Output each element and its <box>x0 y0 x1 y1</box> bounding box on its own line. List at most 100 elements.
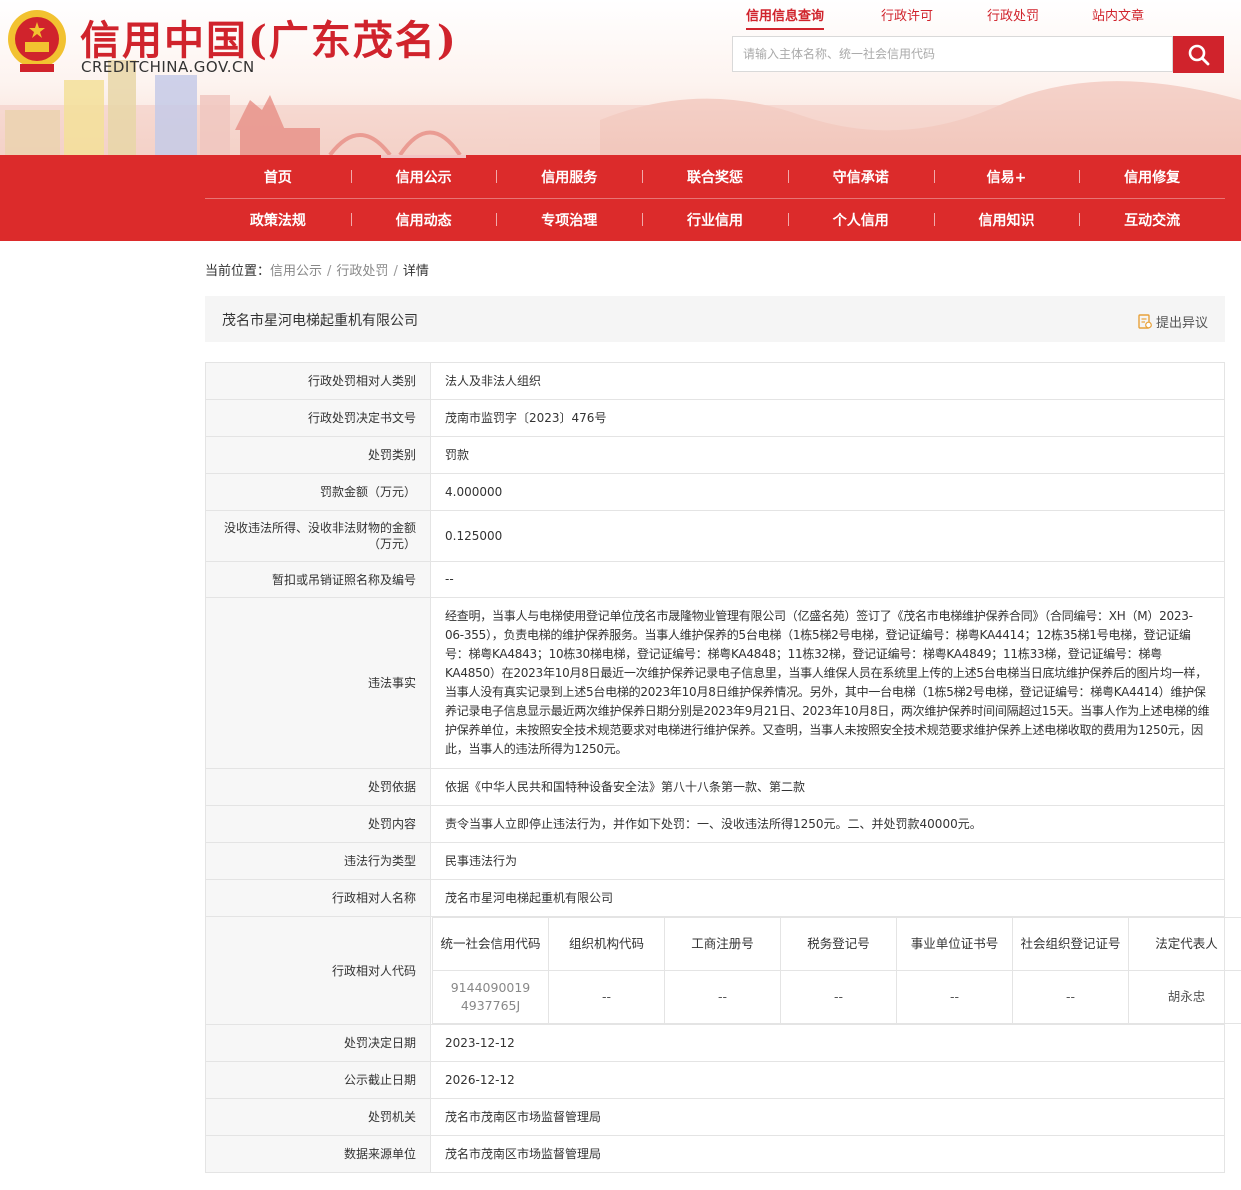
table-row: 行政相对人名称 茂名市星河电梯起重机有限公司 <box>205 879 1225 917</box>
table-row: 处罚内容 责令当事人立即停止违法行为，并作如下处罚：一、没收违法所得1250元。二… <box>205 805 1225 843</box>
site-header: 信用中国(广东茂名) CREDITCHINA.GOV.CN 信用信息查询 行政许… <box>0 0 1241 155</box>
legal-representative: 胡永忠 <box>1128 970 1241 1024</box>
code-header: 法定代表人 <box>1128 917 1241 971</box>
field-value: 罚款 <box>430 436 1225 474</box>
table-row: 暂扣或吊销证照名称及编号 -- <box>205 561 1225 598</box>
nav-item-joint-reward-punish[interactable]: 联合奖惩 <box>642 155 788 198</box>
field-value: 4.000000 <box>430 473 1225 511</box>
breadcrumb-admin-penalty[interactable]: 行政处罚 <box>336 264 388 279</box>
breadcrumb-prefix: 当前位置： <box>205 264 271 279</box>
nav-item-credit-knowledge[interactable]: 信用知识 <box>933 198 1080 241</box>
code-header: 工商注册号 <box>664 917 781 971</box>
search-icon <box>1188 44 1209 65</box>
field-value: 0.125000 <box>430 510 1225 562</box>
nav-item-policy[interactable]: 政策法规 <box>205 198 351 241</box>
penalty-detail-table: 行政处罚相对人类别 法人及非法人组织 行政处罚决定书文号 茂南市监罚字〔2023〕4… <box>205 362 1241 1173</box>
field-label: 数据来源单位 <box>205 1135 431 1173</box>
code-header: 社会组织登记证号 <box>1012 917 1129 971</box>
nav-item-home[interactable]: 首页 <box>205 155 351 198</box>
table-row: 数据来源单位 茂名市茂南区市场监督管理局 <box>205 1135 1225 1173</box>
table-row: 处罚依据 依据《中华人民共和国特种设备安全法》第八十八条第一款、第二款 <box>205 768 1225 806</box>
toplink-site-articles[interactable]: 站内文章 <box>1092 5 1144 24</box>
entity-codes-table: 统一社会信用代码 组织机构代码 工商注册号 税务登记号 事业单位证书号 社会组织… <box>432 917 1241 1024</box>
table-row: 处罚决定日期 2023-12-12 <box>205 1024 1225 1062</box>
table-row: 处罚类别 罚款 <box>205 436 1225 474</box>
nav-item-credit-repair[interactable]: 信用修复 <box>1079 155 1225 198</box>
breadcrumb-credit-publicity[interactable]: 信用公示 <box>270 264 322 279</box>
field-label: 公示截止日期 <box>205 1061 431 1099</box>
table-row: 违法行为类型 民事违法行为 <box>205 842 1225 880</box>
code-value: -- <box>548 970 665 1024</box>
code-header: 组织机构代码 <box>548 917 665 971</box>
raise-objection-label: 提出异议 <box>1155 316 1208 331</box>
nav-item-special-governance[interactable]: 专项治理 <box>496 198 642 241</box>
table-row: 处罚机关 茂名市茂南区市场监督管理局 <box>205 1098 1225 1136</box>
field-value: -- <box>430 561 1225 598</box>
field-label: 违法行为类型 <box>205 842 431 880</box>
nav-item-credit-publicity[interactable]: 信用公示 <box>350 155 497 198</box>
company-name-title: 茂名市星河电梯起重机有限公司 <box>222 313 418 329</box>
field-label: 行政相对人代码 <box>205 916 431 1025</box>
search-input[interactable] <box>733 37 1173 71</box>
search-box <box>732 36 1173 72</box>
code-header: 税务登记号 <box>780 917 897 971</box>
field-label: 处罚机关 <box>205 1098 431 1136</box>
table-row: 行政处罚决定书文号 茂南市监罚字〔2023〕476号 <box>205 399 1225 437</box>
code-value: -- <box>896 970 1013 1024</box>
code-value: -- <box>780 970 897 1024</box>
table-row: 罚款金额（万元） 4.000000 <box>205 473 1225 511</box>
field-value: 2023-12-12 <box>430 1024 1225 1062</box>
field-value: 依据《中华人民共和国特种设备安全法》第八十八条第一款、第二款 <box>430 768 1225 806</box>
code-value: -- <box>1012 970 1129 1024</box>
nav-item-credit-service[interactable]: 信用服务 <box>496 155 642 198</box>
field-value: 茂名市茂南区市场监督管理局 <box>430 1098 1225 1136</box>
breadcrumb: 当前位置：信用公示 / 行政处罚 / 详情 <box>205 264 429 279</box>
field-value: 法人及非法人组织 <box>430 362 1225 400</box>
field-label: 行政处罚相对人类别 <box>205 362 431 400</box>
nav-item-personal-credit[interactable]: 个人信用 <box>787 198 934 241</box>
field-label: 处罚依据 <box>205 768 431 806</box>
field-value: 民事违法行为 <box>430 842 1225 880</box>
site-logo-domain: CREDITCHINA.GOV.CN <box>81 58 255 76</box>
code-subtable-cell: 统一社会信用代码 组织机构代码 工商注册号 税务登记号 事业单位证书号 社会组织… <box>430 916 1241 1025</box>
field-value: 经查明，当事人与电梯使用登记单位茂名市晟隆物业管理有限公司（亿盛名苑）签订了《茂… <box>430 597 1225 769</box>
field-value: 责令当事人立即停止违法行为，并作如下处罚：一、没收违法所得1250元。二、并处罚… <box>430 805 1225 843</box>
main-nav: 首页 信用公示 信用服务 联合奖惩 守信承诺 信易+ 信用修复 政策法规 信用动… <box>0 155 1241 241</box>
national-emblem-icon <box>8 10 66 72</box>
objection-icon <box>1138 314 1152 329</box>
toplink-admin-license[interactable]: 行政许可 <box>881 5 933 24</box>
nav-item-xinyi-plus[interactable]: 信易+ <box>933 155 1080 198</box>
toplink-admin-penalty[interactable]: 行政处罚 <box>987 5 1039 24</box>
field-label: 暂扣或吊销证照名称及编号 <box>205 561 431 598</box>
company-title-bar: 茂名市星河电梯起重机有限公司 提出异议 <box>205 296 1225 342</box>
field-label: 行政相对人名称 <box>205 879 431 917</box>
field-label: 处罚类别 <box>205 436 431 474</box>
unified-credit-code: 91440900194937765J <box>432 970 549 1024</box>
toplink-credit-query[interactable]: 信用信息查询 <box>746 5 825 30</box>
field-label: 行政处罚决定书文号 <box>205 399 431 437</box>
raise-objection-button[interactable]: 提出异议 <box>1138 312 1208 331</box>
field-label: 处罚内容 <box>205 805 431 843</box>
table-row: 行政处罚相对人类别 法人及非法人组织 <box>205 362 1225 400</box>
nav-item-commitment[interactable]: 守信承诺 <box>787 155 934 198</box>
field-value: 茂南市监罚字〔2023〕476号 <box>430 399 1225 437</box>
code-header: 事业单位证书号 <box>896 917 1013 971</box>
search-button[interactable] <box>1173 36 1224 73</box>
field-label: 罚款金额（万元） <box>205 473 431 511</box>
field-value: 茂名市茂南区市场监督管理局 <box>430 1135 1225 1173</box>
nav-item-credit-news[interactable]: 信用动态 <box>350 198 497 241</box>
field-label: 处罚决定日期 <box>205 1024 431 1062</box>
field-label: 没收违法所得、没收非法财物的金额（万元） <box>205 510 431 562</box>
table-row: 没收违法所得、没收非法财物的金额（万元） 0.125000 <box>205 510 1225 562</box>
field-value: 2026-12-12 <box>430 1061 1225 1099</box>
top-links: 信用信息查询 行政许可 行政处罚 站内文章 <box>720 5 1180 30</box>
table-row: 违法事实 经查明，当事人与电梯使用登记单位茂名市晟隆物业管理有限公司（亿盛名苑）签… <box>205 597 1225 769</box>
code-value: -- <box>664 970 781 1024</box>
nav-item-industry-credit[interactable]: 行业信用 <box>642 198 788 241</box>
breadcrumb-current: 详情 <box>402 264 429 279</box>
code-header: 统一社会信用代码 <box>432 917 549 971</box>
field-value: 茂名市星河电梯起重机有限公司 <box>430 879 1225 917</box>
nav-item-interaction[interactable]: 互动交流 <box>1079 198 1225 241</box>
table-row: 行政相对人代码 统一社会信用代码 组织机构代码 工商注册号 税务登记号 事业单位… <box>205 916 1241 1025</box>
table-row: 公示截止日期 2026-12-12 <box>205 1061 1225 1099</box>
